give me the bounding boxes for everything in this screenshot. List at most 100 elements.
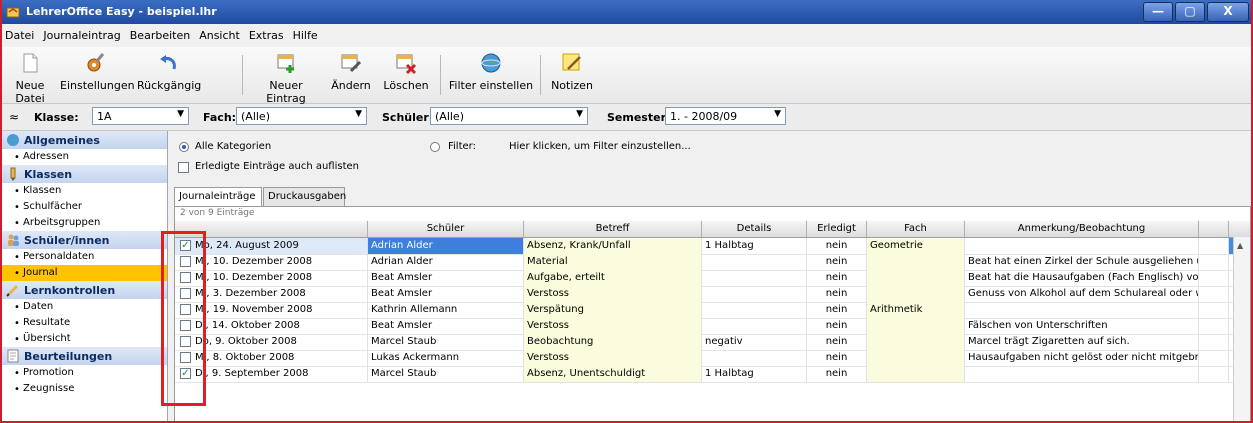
- erledigte-checkbox[interactable]: [178, 162, 189, 173]
- sidebar-group-klassen[interactable]: Klassen: [0, 165, 167, 183]
- tab-journaleintraege[interactable]: Journaleinträge: [174, 187, 262, 207]
- sidebar-group-allgemeines[interactable]: Allgemeines: [0, 131, 167, 149]
- tab-druckausgaben[interactable]: Druckausgaben: [263, 187, 346, 206]
- cell-date: ✓ Mo, 24. August 2009: [175, 238, 368, 254]
- delete-button[interactable]: Löschen: [380, 51, 432, 99]
- sidebar-item-zeugnisse[interactable]: • Zeugnisse: [0, 381, 167, 397]
- chevron-down-icon: ▼: [177, 109, 184, 119]
- cell-anmerkung: Hausaufgaben nicht gelöst oder nicht mit…: [965, 350, 1199, 366]
- fach-select[interactable]: (Alle) ▼: [236, 107, 367, 125]
- semester-value: 1. - 2008/09: [670, 110, 738, 123]
- row-done-checkbox[interactable]: [180, 352, 191, 363]
- row-done-checkbox[interactable]: [180, 336, 191, 347]
- table-row[interactable]: Mi, 3. Dezember 2008 Beat Amsler Verstoss n…: [175, 286, 1250, 303]
- radio-filter[interactable]: [430, 142, 440, 152]
- sidebar-group-lernkontrollen[interactable]: Lernkontrollen: [0, 281, 167, 299]
- col-header-schueler[interactable]: Schüler: [368, 221, 524, 237]
- new-entry-button[interactable]: Neuer Eintrag: [248, 51, 324, 105]
- table-row[interactable]: Mi, 10. Dezember 2008 Beat Amsler Aufgabe,…: [175, 270, 1250, 287]
- new-file-label: Neue Datei: [15, 79, 45, 105]
- sidebar-group-schueler[interactable]: Schüler/innen: [0, 231, 167, 249]
- col-header-details[interactable]: Details: [702, 221, 807, 237]
- table-row[interactable]: Mi, 8. Oktober 2008 Lukas Ackermann Versto…: [175, 350, 1250, 367]
- settings-button[interactable]: Einstellungen: [60, 51, 135, 99]
- cell-erledigt: nein: [807, 318, 867, 334]
- sidebar-item-personaldaten[interactable]: • Personaldaten: [0, 249, 167, 265]
- col-header-anmerkung[interactable]: Anmerkung/Beobachtung: [965, 221, 1199, 237]
- menu-datei[interactable]: Datei: [0, 26, 38, 42]
- table-row[interactable]: Mi, 10. Dezember 2008 Adrian Alder Materia…: [175, 254, 1250, 271]
- edit-button[interactable]: Ändern: [329, 51, 373, 99]
- sidebar-item-resultate[interactable]: • Resultate: [0, 315, 167, 331]
- cell-extra: [1199, 350, 1229, 366]
- row-date: Mi, 8. Oktober 2008: [195, 352, 295, 363]
- sidebar-item-journal[interactable]: • Journal: [0, 265, 167, 281]
- col-header-fach[interactable]: Fach: [867, 221, 965, 237]
- row-done-checkbox[interactable]: ✓: [180, 368, 191, 379]
- klasse-select[interactable]: 1A ▼: [92, 107, 189, 125]
- fach-value: (Alle): [241, 110, 270, 123]
- col-header-date[interactable]: [175, 221, 368, 237]
- sidebar-item-arbeitsgruppen[interactable]: • Arbeitsgruppen: [0, 215, 167, 231]
- undo-button[interactable]: Rückgängig: [137, 51, 201, 99]
- sidebar-item-daten[interactable]: • Daten: [0, 299, 167, 315]
- cell-details: [702, 302, 807, 318]
- semester-select[interactable]: 1. - 2008/09 ▼: [665, 107, 786, 125]
- cell-extra: [1199, 366, 1229, 382]
- menu-hilfe[interactable]: Hilfe: [288, 26, 322, 42]
- filter-settings-button[interactable]: Filter einstellen: [448, 51, 534, 99]
- table-row[interactable]: ✓ Mo, 24. August 2009 Adrian Alder Absenz, …: [175, 238, 1250, 255]
- cell-extra: [1199, 286, 1229, 302]
- cell-fach: [867, 286, 965, 302]
- row-done-checkbox[interactable]: [180, 320, 191, 331]
- toolbar: Neue Datei Einstellungen Rückgängig Neue…: [0, 47, 1253, 105]
- col-header-betreff[interactable]: Betreff: [524, 221, 702, 237]
- maximize-button[interactable]: ▢: [1175, 2, 1205, 22]
- sidebar-item-schulfaecher[interactable]: • Schulfächer: [0, 199, 167, 215]
- table-row[interactable]: Di, 14. Oktober 2008 Beat Amsler Verstoss n…: [175, 318, 1250, 335]
- row-date: Mo, 24. August 2009: [195, 240, 299, 251]
- alle-kategorien-label: Alle Kategorien: [195, 141, 272, 152]
- chevron-down-icon: ▼: [774, 109, 781, 119]
- globe-filter-icon: [481, 53, 501, 73]
- row-done-checkbox[interactable]: [180, 304, 191, 315]
- row-done-checkbox[interactable]: ✓: [180, 240, 191, 251]
- scroll-up-icon[interactable]: ▲: [1237, 241, 1243, 250]
- radio-alle-kategorien[interactable]: [179, 142, 189, 152]
- sidebar-item-klassen[interactable]: • Klassen: [0, 183, 167, 199]
- title-bar: LehrerOffice Easy - beispiel.lhr — ▢ X: [0, 0, 1253, 24]
- cell-betreff: Absenz, Unentschuldigt: [524, 366, 702, 382]
- sidebar-item-promotion[interactable]: • Promotion: [0, 365, 167, 381]
- filter-hint-link[interactable]: Hier klicken, um Filter einzustellen...: [509, 141, 691, 152]
- cell-details: [702, 350, 807, 366]
- new-file-button[interactable]: Neue Datei: [3, 51, 57, 105]
- sidebar-item-uebersicht[interactable]: • Übersicht: [0, 331, 167, 347]
- cell-date: Mi, 10. Dezember 2008: [175, 270, 368, 286]
- table-row[interactable]: ✓ Di, 9. September 2008 Marcel Staub Absenz…: [175, 366, 1250, 383]
- table-row[interactable]: Mi, 19. November 2008 Kathrin Allemann Ver…: [175, 302, 1250, 319]
- col-header-erledigt[interactable]: Erledigt: [807, 221, 867, 237]
- vertical-scrollbar[interactable]: ▲: [1233, 237, 1250, 422]
- cell-betreff: Absenz, Krank/Unfall: [524, 238, 702, 254]
- sidebar-group-beurteilungen[interactable]: Beurteilungen: [0, 347, 167, 365]
- chevron-down-icon: ▼: [576, 109, 583, 119]
- row-done-checkbox[interactable]: [180, 272, 191, 283]
- row-done-checkbox[interactable]: [180, 256, 191, 267]
- cell-schueler: Marcel Staub: [368, 366, 524, 382]
- new-file-icon: [23, 53, 38, 73]
- notes-button[interactable]: Notizen: [546, 51, 598, 99]
- menu-journaleintrag[interactable]: Journaleintrag: [38, 26, 124, 42]
- bullet-icon: •: [14, 334, 20, 345]
- schueler-select[interactable]: (Alle) ▼: [430, 107, 588, 125]
- table-row[interactable]: Do, 9. Oktober 2008 Marcel Staub Beobachtu…: [175, 334, 1250, 351]
- menu-bearbeiten[interactable]: Bearbeiten: [125, 26, 194, 42]
- menu-extras[interactable]: Extras: [244, 26, 288, 42]
- row-done-checkbox[interactable]: [180, 288, 191, 299]
- document-icon: [7, 349, 19, 363]
- close-button[interactable]: X: [1207, 2, 1249, 22]
- collapse-icon[interactable]: ≈: [9, 110, 19, 124]
- menu-ansicht[interactable]: Ansicht: [194, 26, 244, 42]
- minimize-button[interactable]: —: [1143, 2, 1173, 22]
- bullet-icon: •: [14, 268, 20, 279]
- sidebar-item-adressen[interactable]: • Adressen: [0, 149, 167, 165]
